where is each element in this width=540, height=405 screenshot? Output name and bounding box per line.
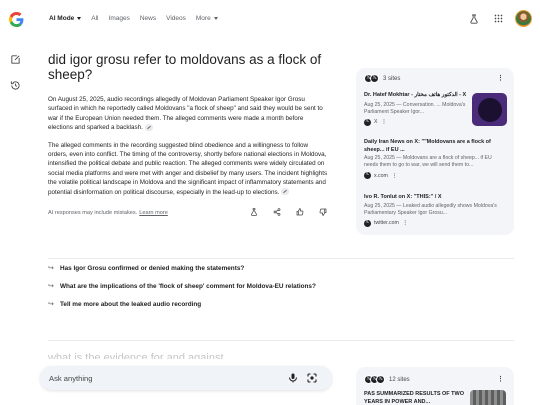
tab-videos-label: Videos [166,15,186,22]
thumbs-up-icon[interactable] [295,207,305,217]
source-title: Daily Iran News on X: ""Moldovans are a … [364,139,491,153]
source-title: PAS SUMMARIZED RESULTS OF TWO YEARS IN P… [364,391,465,405]
disclaimer-text: AI responses may include mistakes. [48,210,138,217]
source-favicons [364,375,385,384]
sources-panel: 3 sites ⋮ Dr. Hatef Mokhtar - الدكتور ها… [356,68,514,235]
apps-grid-icon[interactable] [491,12,505,26]
divider [48,340,514,341]
source-description: Aug 25, 2025 — Conversation. ... Moldova… [364,101,466,115]
more-options-icon[interactable]: ⋮ [497,74,504,82]
x-favicon-icon [364,219,371,227]
source-title: Dr. Hatef Mokhtar - الدكتور هاتف مختار -… [364,92,467,98]
source-card[interactable]: Ivo R. Tonlut on X: "THIS:" / X Aug 25, … [364,194,506,227]
source-site: x.com ⋮ [364,171,506,179]
learn-more-link[interactable]: Learn more [139,210,168,216]
google-lens-icon[interactable] [306,372,318,384]
share-icon[interactable] [272,207,282,217]
more-options-icon[interactable]: ⋮ [381,119,386,125]
source-title: Ivo R. Tonlut on X: "THIS:" / X [364,194,442,200]
top-bar: AI Mode All Images News Videos More [0,0,540,40]
microphone-icon[interactable] [287,372,299,384]
divider [48,258,514,259]
return-arrow-icon: ↪ [48,265,54,272]
source-site-name: x.com [374,172,388,179]
follow-up-text: Has Igor Grosu confirmed or denied makin… [60,265,245,272]
source-thumbnail[interactable] [470,390,506,405]
follow-up-list: ↪ Has Igor Grosu confirmed or denied mak… [48,264,338,318]
source-description: Aug 25, 2025 — Leaked audio allegedly sh… [364,202,497,216]
more-options-icon[interactable]: ⋮ [403,220,408,226]
answer-paragraph-text: On August 25, 2025, audio recordings all… [48,96,323,132]
left-rail [0,40,32,405]
x-favicon-icon [364,118,371,126]
follow-up-item[interactable]: ↪ What are the implications of the 'floc… [48,282,338,291]
return-arrow-icon: ↪ [48,283,54,290]
source-favicons [364,74,379,83]
search-tabs: AI Mode All Images News Videos More [49,15,228,22]
thumbs-down-icon[interactable] [318,207,328,217]
google-logo[interactable] [9,12,24,27]
source-site-name: X [374,119,378,125]
tab-ai-mode-label: AI Mode [49,15,75,22]
query-title: did igor grosu refer to moldovans as a f… [48,52,322,82]
tab-images[interactable]: Images [109,15,130,22]
tab-videos[interactable]: Videos [166,15,186,22]
answer-paragraph: The alleged comments in the recording su… [48,141,328,197]
follow-up-text: Tell me more about the leaked audio reco… [60,301,202,308]
top-right-controls [467,10,532,27]
more-options-icon[interactable]: ⋮ [392,173,397,179]
chevron-down-icon [213,17,218,20]
x-favicon-icon [364,171,371,179]
sources-header[interactable]: 12 sites [364,375,410,384]
answer-actions [249,207,328,217]
source-site-name: twitter.com [374,220,399,226]
citation-link-icon[interactable] [144,124,153,132]
citation-link-icon[interactable] [281,188,290,196]
answer-paragraph: On August 25, 2025, audio recordings all… [48,95,328,133]
tab-news-label: News [139,15,157,22]
source-site: twitter.com ⋮ [364,219,506,227]
return-arrow-icon: ↪ [48,301,54,308]
tab-news[interactable]: News [140,15,156,22]
sources-count: 3 sites [383,75,401,82]
source-thumbnail[interactable] [472,93,507,126]
history-icon[interactable] [10,80,21,91]
source-card[interactable]: Daily Iran News on X: ""Moldovans are a … [364,139,506,179]
tab-all-label: All [91,15,99,22]
avatar[interactable] [515,10,532,27]
tab-images-label: Images [108,15,130,22]
ai-disclaimer: AI responses may include mistakes. Learn… [48,207,328,219]
sources-header[interactable]: 3 sites [364,74,400,83]
more-options-icon[interactable]: ⋮ [497,375,504,383]
new-chat-icon[interactable] [10,54,21,65]
labs-flask-icon[interactable] [249,207,259,217]
chevron-down-icon [77,17,82,20]
tab-more-label: More [195,15,211,22]
answer-section: did igor grosu refer to moldovans as a f… [48,52,328,219]
ask-box [40,366,332,390]
sources-panel-secondary: 12 sites ⋮ PAS SUMMARIZED RESULTS OF TWO… [356,367,514,405]
tab-all[interactable]: All [91,15,98,22]
next-question-preview: what is the evidence for and against [48,352,224,359]
follow-up-item[interactable]: ↪ Tell me more about the leaked audio re… [48,300,338,309]
source-description: Aug 25, 2025 — Moldovans are a flock of … [364,155,492,168]
tab-more[interactable]: More [196,15,218,22]
labs-flask-icon[interactable] [467,12,481,26]
sources-count: 12 sites [389,376,410,383]
follow-up-item[interactable]: ↪ Has Igor Grosu confirmed or denied mak… [48,264,338,273]
ask-input[interactable] [49,370,269,386]
follow-up-text: What are the implications of the 'flock … [60,283,316,290]
tab-ai-mode[interactable]: AI Mode [49,15,82,22]
